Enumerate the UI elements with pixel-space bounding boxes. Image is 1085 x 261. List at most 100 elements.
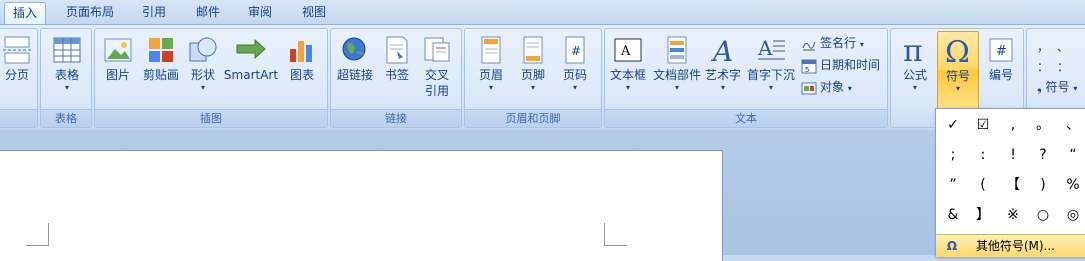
- dropdown-arrow-icon: ▾: [720, 83, 725, 92]
- dropdown-arrow-icon: ▾: [1073, 84, 1078, 93]
- smartart-label: SmartArt: [223, 68, 279, 82]
- chart-icon: [290, 41, 312, 62]
- symbol-cell[interactable]: 【: [998, 171, 1028, 199]
- symbol-cell[interactable]: !: [998, 141, 1028, 169]
- ribbon: 分页 表格 ▾ 表格 图片 剪贴画 形状 ▾ SmartArt 图表 插图 超链…: [0, 24, 1085, 131]
- equation-button[interactable]: π 公式 ▾: [895, 31, 935, 93]
- symbol-cell[interactable]: ☑: [968, 111, 998, 139]
- margin-corner-marker: [604, 223, 627, 246]
- symbol-cell[interactable]: 。: [1028, 111, 1058, 139]
- dropdown-arrow-icon: ▾: [530, 83, 535, 92]
- page-break-button[interactable]: 分页: [0, 31, 37, 83]
- tab-references[interactable]: 引用: [134, 2, 174, 24]
- wordart-icon: A: [710, 35, 733, 65]
- cross-reference-button[interactable]: 交叉 引用: [417, 31, 457, 99]
- special-char-enum-comma[interactable]: 、: [1057, 40, 1083, 54]
- symbol-cell[interactable]: :: [968, 141, 998, 169]
- page-number-button[interactable]: # 页码 ▾: [555, 31, 595, 93]
- numbering-button[interactable]: # 编号: [981, 31, 1021, 83]
- special-char-colon-2[interactable]: ：: [1057, 60, 1083, 74]
- special-char-comma[interactable]: ，: [1037, 40, 1057, 54]
- svg-text:Ω: Ω: [945, 36, 970, 66]
- header-icon: [481, 36, 501, 64]
- group-label-table: 表格: [41, 109, 91, 127]
- dropdown-arrow-icon: ▾: [625, 83, 630, 92]
- symbol-cell[interactable]: ○: [1028, 201, 1058, 229]
- tab-mailings[interactable]: 邮件: [188, 2, 228, 24]
- table-label: 表格: [54, 68, 79, 82]
- textbox-icon: A: [614, 38, 642, 62]
- hyperlink-button[interactable]: 超链接: [333, 31, 377, 83]
- footer-button[interactable]: 页脚 ▾: [513, 31, 553, 93]
- svg-text:#: #: [571, 44, 581, 58]
- symbol-cell[interactable]: ✓: [938, 111, 968, 139]
- symbol-small-button[interactable]: ❟ 符号 ▾: [1037, 77, 1077, 97]
- signature-line-icon: [802, 41, 816, 50]
- tab-insert[interactable]: 插入: [4, 2, 46, 25]
- group-pages: 分页: [0, 28, 38, 128]
- dropdown-arrow-icon: ▾: [488, 83, 493, 92]
- svg-text:#: #: [996, 44, 1007, 59]
- table-button[interactable]: 表格 ▾: [47, 31, 87, 93]
- footer-label: 页脚: [520, 68, 545, 82]
- special-char-colon[interactable]: ：: [1037, 60, 1057, 74]
- bookmark-button[interactable]: 书签: [379, 31, 415, 83]
- textbox-button[interactable]: A 文本框 ▾: [607, 31, 649, 93]
- quick-parts-button[interactable]: 文档部件 ▾: [651, 31, 703, 93]
- clipart-button[interactable]: 剪贴画: [139, 31, 183, 83]
- symbol-cell[interactable]: ;: [938, 141, 968, 169]
- drop-cap-button[interactable]: A 首字下沉 ▾: [745, 31, 797, 93]
- quick-parts-label: 文档部件: [652, 68, 701, 82]
- dropdown-arrow-icon: ▾: [572, 83, 577, 92]
- pi-icon: π: [903, 35, 923, 65]
- picture-button[interactable]: 图片: [99, 31, 137, 83]
- dropdown-arrow-icon: ▾: [64, 83, 69, 92]
- tab-page-layout[interactable]: 页面布局: [58, 2, 122, 24]
- group-label-header-footer: 页眉和页脚: [465, 109, 601, 127]
- more-symbols-item[interactable]: Ω 其他符号(M)...: [936, 234, 1085, 257]
- signature-line-button[interactable]: 签名行 ▾: [801, 33, 864, 53]
- symbol-cell[interactable]: &: [938, 201, 968, 229]
- symbol-cell[interactable]: ◎: [1058, 201, 1085, 229]
- symbol-cell[interactable]: ”: [938, 171, 968, 199]
- symbol-label: 符号: [945, 69, 970, 83]
- document-page[interactable]: [0, 150, 723, 261]
- object-icon: [801, 82, 817, 94]
- bookmark-label: 书签: [384, 68, 409, 82]
- smartart-icon: [236, 38, 266, 60]
- object-button[interactable]: 对象 ▾: [801, 77, 852, 97]
- header-button[interactable]: 页眉 ▾: [471, 31, 511, 93]
- group-label-illustrations: 插图: [95, 109, 327, 127]
- dropdown-arrow-icon: ▾: [912, 83, 917, 92]
- shapes-button[interactable]: 形状 ▾: [185, 31, 221, 93]
- shapes-label: 形状: [190, 68, 215, 82]
- symbol-button[interactable]: Ω 符号 ▾: [937, 31, 979, 109]
- date-time-label: 日期和时间: [820, 58, 881, 72]
- tab-review[interactable]: 审阅: [240, 2, 280, 24]
- symbol-cell[interactable]: %: [1058, 171, 1085, 199]
- symbol-cell[interactable]: “: [1058, 141, 1085, 169]
- symbol-cell[interactable]: ): [1028, 171, 1058, 199]
- chart-button[interactable]: 图表: [283, 31, 321, 83]
- symbol-cell[interactable]: 】: [968, 201, 998, 229]
- date-time-button[interactable]: 5 日期和时间: [801, 55, 880, 75]
- symbol-cell[interactable]: ,: [998, 111, 1028, 139]
- more-symbols-label: 其他符号(M)...: [975, 239, 1055, 253]
- wordart-button[interactable]: A 艺术字 ▾: [703, 31, 743, 93]
- symbol-cell[interactable]: (: [968, 171, 998, 199]
- special-char-row-1[interactable]: ，、: [1037, 37, 1083, 57]
- wordart-label: 艺术字: [704, 68, 741, 82]
- tab-view[interactable]: 视图: [294, 2, 334, 24]
- page-break-icon: [3, 36, 31, 64]
- calendar-icon: 5: [801, 59, 817, 74]
- group-table: 表格 ▾ 表格: [40, 28, 92, 128]
- clipart-icon: [149, 38, 173, 62]
- smartart-button[interactable]: SmartArt: [223, 31, 279, 83]
- symbol-cell[interactable]: ?: [1028, 141, 1058, 169]
- svg-text:A: A: [620, 44, 631, 59]
- dropdown-arrow-icon: ▾: [200, 83, 205, 92]
- symbol-cell[interactable]: 、: [1058, 111, 1085, 139]
- symbol-small-label: 符号: [1045, 80, 1070, 94]
- special-char-row-2[interactable]: ：：: [1037, 57, 1083, 77]
- symbol-cell[interactable]: ※: [998, 201, 1028, 229]
